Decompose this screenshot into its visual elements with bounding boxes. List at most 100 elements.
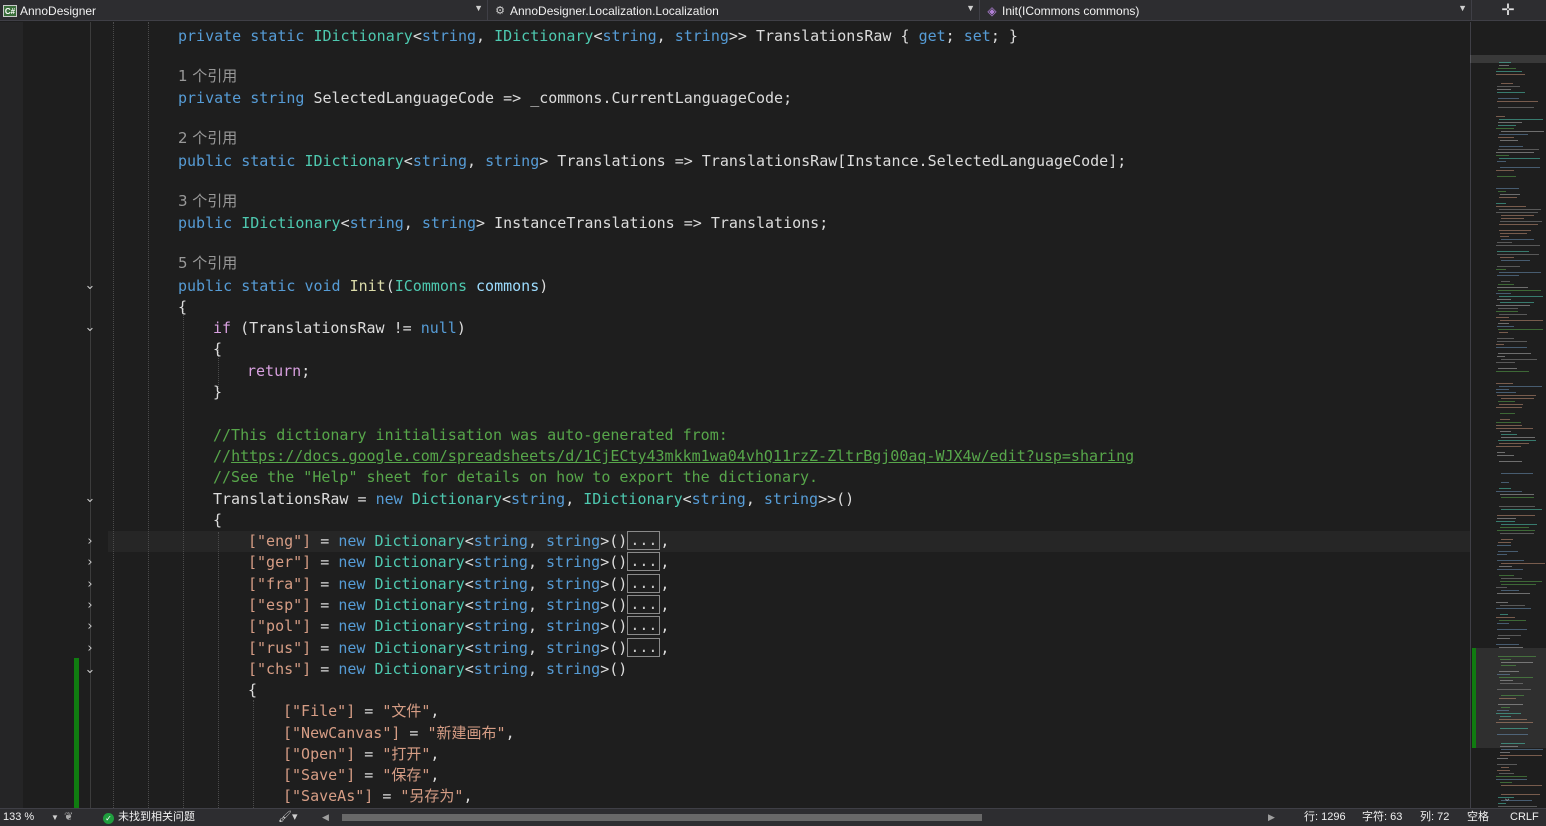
code-line[interactable]: private static IDictionary<string, IDict…	[178, 26, 1018, 47]
zoom-level[interactable]: 133 %	[3, 809, 34, 826]
map-line	[1498, 149, 1539, 150]
code-line[interactable]: if (TranslationsRaw != null)	[213, 318, 466, 339]
translation-entry-line[interactable]: ["File"] = "文件",	[283, 701, 439, 722]
comment-prefix: //	[213, 447, 232, 465]
map-line	[1499, 224, 1538, 225]
language-entry-line[interactable]: ["pol"] = new Dictionary<string, string>…	[248, 616, 669, 637]
code-line[interactable]: {	[248, 680, 257, 701]
language-entry-line[interactable]: ["esp"] = new Dictionary<string, string>…	[248, 595, 669, 616]
codelens-references[interactable]: 3 个引用	[178, 191, 237, 212]
horizontal-scrollbar-thumb[interactable]	[342, 814, 982, 821]
code-line[interactable]: return;	[247, 361, 310, 382]
codelens-references[interactable]: 1 个引用	[178, 66, 237, 87]
scroll-left-icon[interactable]: ◀	[322, 809, 329, 826]
collapsed-region[interactable]: ...	[627, 531, 661, 550]
language-entry-line[interactable]: ["eng"] = new Dictionary<string, string>…	[248, 531, 669, 552]
translation-key: ["Open"]	[283, 745, 356, 763]
map-line	[1500, 413, 1515, 414]
fold-collapsed-icon[interactable]: ›	[82, 619, 98, 635]
code-line[interactable]: {	[178, 297, 187, 318]
member-dropdown[interactable]: ◈ Init(ICommons commons) ▼	[982, 0, 1472, 21]
fold-collapsed-icon[interactable]: ›	[82, 598, 98, 614]
translation-entry-line[interactable]: ["Save"] = "保存",	[283, 765, 439, 786]
ai-assist-icon[interactable]: ❦	[64, 809, 73, 826]
language-entry-line[interactable]: ["ger"] = new Dictionary<string, string>…	[248, 552, 669, 573]
line-ending[interactable]: CRLF	[1510, 809, 1539, 826]
map-line	[1497, 689, 1531, 690]
comment-line[interactable]: //https://docs.google.com/spreadsheets/d…	[213, 446, 1134, 467]
fold-collapsed-icon[interactable]: ›	[82, 641, 98, 657]
whitespace-mode[interactable]: 空格	[1467, 809, 1489, 826]
fold-expanded-icon[interactable]: ⌄	[82, 278, 98, 294]
line-number[interactable]: 行: 1296	[1304, 809, 1346, 826]
collapsed-region[interactable]: ...	[627, 595, 661, 614]
code-line[interactable]: {	[213, 339, 222, 360]
map-line	[1498, 68, 1516, 69]
map-line	[1497, 176, 1516, 177]
map-line	[1497, 629, 1527, 630]
collapsed-region[interactable]: ...	[627, 574, 661, 593]
punct: ,	[527, 660, 547, 678]
code-cleanup-icon[interactable]: 🖌▾	[278, 809, 298, 826]
fold-collapsed-icon[interactable]: ›	[82, 577, 98, 593]
fold-expanded-icon[interactable]: ⌄	[82, 320, 98, 336]
fold-collapsed-icon[interactable]: ›	[82, 534, 98, 550]
horizontal-scrollbar[interactable]	[330, 813, 1260, 823]
type-name: Dictionary	[374, 575, 465, 593]
comment-line[interactable]: //This dictionary initialisation was aut…	[213, 425, 728, 446]
collapsed-region[interactable]: ...	[627, 616, 661, 635]
code-editor[interactable]: ⌄ ⌄ ⌄ › › › › › › ⌄ private static IDict…	[0, 22, 1470, 808]
comment-link[interactable]: https://docs.google.com/spreadsheets/d/1…	[231, 447, 1134, 465]
map-line	[1499, 146, 1523, 147]
code-line[interactable]: TranslationsRaw = new Dictionary<string,…	[213, 489, 854, 510]
fold-expanded-icon[interactable]: ⌄	[82, 491, 98, 507]
punct: >()	[600, 532, 628, 550]
char-number[interactable]: 字符: 63	[1362, 809, 1402, 826]
map-line	[1498, 137, 1514, 138]
codelens-references[interactable]: 5 个引用	[178, 253, 237, 274]
map-line	[1499, 314, 1527, 315]
language-entry-line[interactable]: ["fra"] = new Dictionary<string, string>…	[248, 574, 669, 595]
map-line	[1501, 743, 1525, 744]
map-line	[1500, 533, 1534, 534]
comment-line[interactable]: //See the "Help" sheet for details on ho…	[213, 467, 818, 488]
code-line[interactable]: public static IDictionary<string, string…	[178, 151, 1126, 172]
fold-collapsed-icon[interactable]: ›	[82, 555, 98, 571]
split-window-button[interactable]: ✛	[1496, 0, 1520, 21]
code-line[interactable]: public static void Init(ICommons commons…	[178, 276, 548, 297]
type-name: IDictionary	[313, 27, 413, 45]
code-line[interactable]: public IDictionary<string, string> Insta…	[178, 213, 828, 234]
indicator-margin	[0, 22, 23, 808]
translation-entry-line[interactable]: ["SaveAs"] = "另存为",	[283, 786, 473, 807]
map-line	[1497, 530, 1535, 531]
translation-entry-line[interactable]: ["Open"] = "打开",	[283, 744, 439, 765]
map-line	[1501, 239, 1534, 240]
code-line[interactable]: {	[213, 510, 222, 531]
code-line[interactable]: private string SelectedLanguageCode => _…	[178, 88, 792, 109]
class-dropdown[interactable]: ⚙ AnnoDesigner.Localization.Localization…	[490, 0, 980, 21]
punct: ,	[660, 639, 670, 657]
keyword: string	[602, 27, 657, 45]
column-number[interactable]: 列: 72	[1420, 809, 1449, 826]
punct: ,	[660, 532, 670, 550]
issues-indicator[interactable]: ✓ 未找到相关问题	[103, 809, 195, 826]
punct: =	[373, 787, 401, 805]
map-line	[1497, 674, 1510, 675]
map-line	[1499, 158, 1540, 159]
fold-expanded-icon[interactable]: ⌄	[82, 662, 98, 678]
translation-entry-line[interactable]: ["NewCanvas"] = "新建画布",	[283, 723, 515, 744]
language-entry-line[interactable]: ["rus"] = new Dictionary<string, string>…	[248, 638, 669, 659]
project-dropdown[interactable]: C# AnnoDesigner ▼	[0, 0, 488, 21]
brace: {	[248, 681, 258, 699]
code-line[interactable]: }	[213, 382, 222, 403]
scroll-right-icon[interactable]: ▶	[1268, 809, 1275, 826]
map-line	[1500, 752, 1510, 753]
codelens-references[interactable]: 2 个引用	[178, 128, 237, 149]
map-change-marker	[1472, 648, 1476, 748]
map-line	[1496, 155, 1509, 156]
collapsed-region[interactable]: ...	[627, 638, 661, 657]
punct: ,	[527, 553, 547, 571]
chevron-down-icon[interactable]: ▼	[51, 809, 59, 826]
collapsed-region[interactable]: ...	[627, 552, 661, 571]
language-entry-line[interactable]: ["chs"] = new Dictionary<string, string>…	[248, 659, 627, 680]
